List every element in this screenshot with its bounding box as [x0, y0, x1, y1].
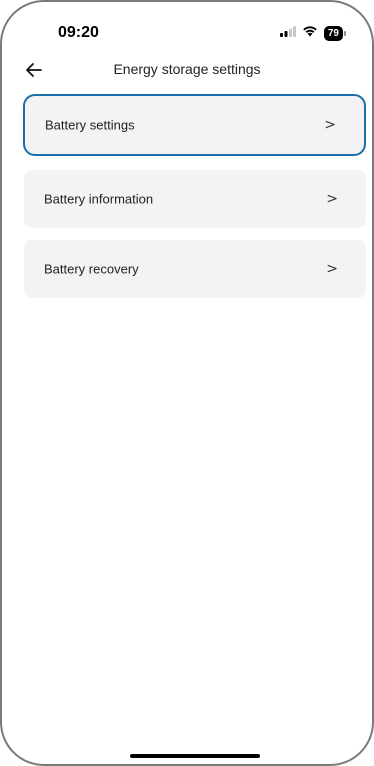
- menu-item-label: Battery recovery: [44, 261, 139, 277]
- battery-recovery-item[interactable]: Battery recovery >: [24, 240, 366, 298]
- nav-bar: Energy storage settings: [2, 52, 372, 88]
- signal-bars-icon: [279, 24, 296, 42]
- status-icons: 79: [279, 24, 346, 42]
- phone-frame: 09:20 79 Energy storage settings Battery…: [0, 0, 374, 766]
- chevron-right-icon: >: [326, 261, 338, 277]
- wifi-icon: [302, 24, 318, 42]
- battery-cap-icon: [344, 30, 346, 36]
- battery-information-item[interactable]: Battery information >: [24, 170, 366, 228]
- chevron-right-icon: >: [326, 191, 338, 207]
- menu-item-label: Battery settings: [45, 117, 135, 133]
- home-indicator[interactable]: [130, 754, 260, 758]
- status-time: 09:20: [58, 24, 99, 41]
- battery-settings-item[interactable]: Battery settings >: [23, 94, 366, 156]
- battery-indicator: 79: [323, 25, 346, 41]
- menu-item-label: Battery information: [44, 191, 154, 207]
- settings-menu: Battery settings > Battery information >…: [23, 94, 366, 310]
- page-title: Energy storage settings: [113, 61, 261, 77]
- status-bar: 09:20 79: [2, 2, 372, 52]
- chevron-right-icon: >: [324, 117, 336, 133]
- battery-level: 79: [323, 25, 343, 41]
